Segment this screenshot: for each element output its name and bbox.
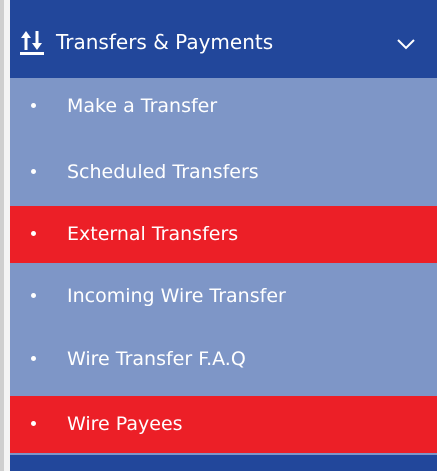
menu-item-external-transfers[interactable]: External Transfers: [10, 206, 437, 263]
menu-item-wire-payees[interactable]: Wire Payees: [10, 396, 437, 453]
menu-item-label: External Transfers: [67, 223, 239, 245]
app-frame: Transfers & Payments Make a Transfer Sch…: [0, 0, 437, 471]
bullet-icon: [31, 293, 36, 298]
bullet-icon: [31, 231, 36, 236]
menu-item-scheduled-transfers[interactable]: Scheduled Transfers: [10, 144, 437, 201]
left-edge: [0, 0, 4, 471]
menu-item-label: Make a Transfer: [67, 95, 218, 117]
transfers-payments-menu: Transfers & Payments Make a Transfer Sch…: [10, 0, 437, 471]
menu-item-label: Wire Payees: [67, 413, 183, 435]
menu-item-make-transfer[interactable]: Make a Transfer: [10, 78, 437, 135]
menu-item-label: Incoming Wire Transfer: [67, 285, 286, 307]
menu-item-label: Scheduled Transfers: [67, 161, 259, 183]
bullet-icon: [31, 169, 36, 174]
menu-item-incoming-wire-transfer[interactable]: Incoming Wire Transfer: [10, 268, 437, 325]
menu-item-wire-transfer-faq[interactable]: Wire Transfer F.A.Q: [10, 331, 437, 388]
bullet-icon: [31, 103, 36, 108]
bullet-icon: [31, 421, 36, 426]
menu-header[interactable]: Transfers & Payments: [10, 0, 437, 87]
menu-footer: [10, 455, 437, 471]
chevron-down-icon[interactable]: [395, 33, 417, 55]
transfer-arrows-icon: [20, 31, 44, 55]
menu-item-label: Wire Transfer F.A.Q: [67, 348, 246, 370]
bullet-icon: [31, 356, 36, 361]
menu-title: Transfers & Payments: [56, 30, 274, 54]
